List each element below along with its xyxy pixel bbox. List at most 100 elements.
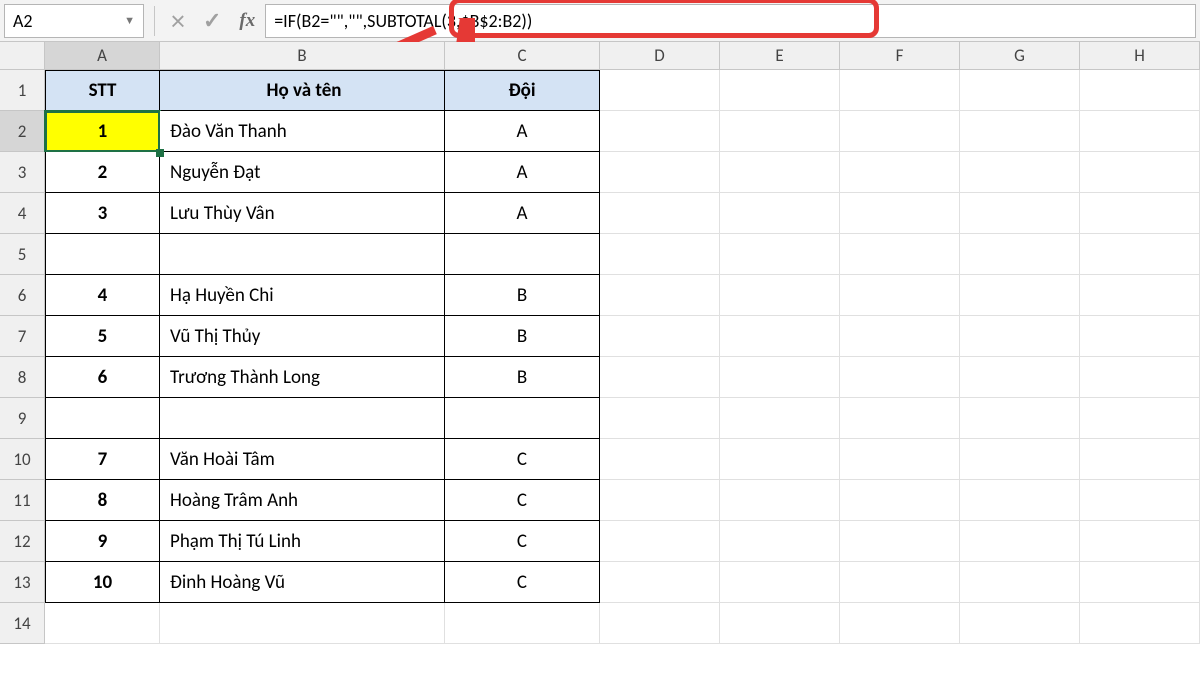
cell-D14[interactable]	[600, 603, 720, 644]
row-header-12[interactable]: 12	[0, 521, 45, 562]
cell-D7[interactable]	[600, 316, 720, 357]
cell-G2[interactable]	[960, 111, 1080, 152]
cell-A4[interactable]: 3	[45, 193, 160, 234]
cell-D10[interactable]	[600, 439, 720, 480]
cell-E12[interactable]	[720, 521, 840, 562]
cell-F8[interactable]	[840, 357, 960, 398]
cell-B4[interactable]: Lưu Thùy Vân	[160, 193, 445, 234]
cell-C5[interactable]	[445, 234, 600, 275]
cell-C8[interactable]: B	[445, 357, 600, 398]
cell-H4[interactable]	[1080, 193, 1200, 234]
cell-B2[interactable]: Đào Văn Thanh	[160, 111, 445, 152]
cell-D3[interactable]	[600, 152, 720, 193]
spreadsheet-grid[interactable]: A B C D E F G H 1 STT Họ và tên Đội 2 1 …	[0, 42, 1200, 675]
cell-H2[interactable]	[1080, 111, 1200, 152]
col-header-F[interactable]: F	[840, 42, 960, 70]
cell-C9[interactable]	[445, 398, 600, 439]
cell-E2[interactable]	[720, 111, 840, 152]
cell-F2[interactable]	[840, 111, 960, 152]
cell-G11[interactable]	[960, 480, 1080, 521]
cell-A7[interactable]: 5	[45, 316, 160, 357]
cell-D2[interactable]	[600, 111, 720, 152]
cell-G7[interactable]	[960, 316, 1080, 357]
select-all-corner[interactable]	[0, 42, 45, 70]
col-header-A[interactable]: A	[45, 42, 160, 70]
cell-E5[interactable]	[720, 234, 840, 275]
cell-G12[interactable]	[960, 521, 1080, 562]
cell-C6[interactable]: B	[445, 275, 600, 316]
cell-D8[interactable]	[600, 357, 720, 398]
cell-C2[interactable]: A	[445, 111, 600, 152]
cell-E11[interactable]	[720, 480, 840, 521]
cancel-icon[interactable]: ×	[171, 3, 185, 38]
cell-G5[interactable]	[960, 234, 1080, 275]
cell-A5[interactable]	[45, 234, 160, 275]
cell-H3[interactable]	[1080, 152, 1200, 193]
cell-G4[interactable]	[960, 193, 1080, 234]
cell-B9[interactable]	[160, 398, 445, 439]
cell-G9[interactable]	[960, 398, 1080, 439]
cell-E6[interactable]	[720, 275, 840, 316]
cell-E9[interactable]	[720, 398, 840, 439]
cell-B5[interactable]	[160, 234, 445, 275]
cell-H13[interactable]	[1080, 562, 1200, 603]
cell-G10[interactable]	[960, 439, 1080, 480]
cell-F1[interactable]	[840, 70, 960, 111]
enter-icon[interactable]: ✓	[203, 7, 221, 34]
col-header-C[interactable]: C	[445, 42, 600, 70]
row-header-5[interactable]: 5	[0, 234, 45, 275]
cell-F11[interactable]	[840, 480, 960, 521]
cell-D6[interactable]	[600, 275, 720, 316]
cell-H9[interactable]	[1080, 398, 1200, 439]
cell-C3[interactable]: A	[445, 152, 600, 193]
formula-input[interactable]: =IF(B2="","",SUBTOTAL(3,$B$2:B2))	[265, 4, 1196, 38]
cell-E3[interactable]	[720, 152, 840, 193]
cell-C13[interactable]: C	[445, 562, 600, 603]
cell-D11[interactable]	[600, 480, 720, 521]
cell-D13[interactable]	[600, 562, 720, 603]
cell-C1[interactable]: Đội	[445, 70, 600, 111]
cell-B7[interactable]: Vũ Thị Thủy	[160, 316, 445, 357]
cell-F13[interactable]	[840, 562, 960, 603]
cell-F9[interactable]	[840, 398, 960, 439]
cell-G13[interactable]	[960, 562, 1080, 603]
cell-D9[interactable]	[600, 398, 720, 439]
cell-F14[interactable]	[840, 603, 960, 644]
row-header-4[interactable]: 4	[0, 193, 45, 234]
cell-D4[interactable]	[600, 193, 720, 234]
cell-E4[interactable]	[720, 193, 840, 234]
cell-E7[interactable]	[720, 316, 840, 357]
cell-B6[interactable]: Hạ Huyền Chi	[160, 275, 445, 316]
cell-B12[interactable]: Phạm Thị Tú Linh	[160, 521, 445, 562]
cell-H10[interactable]	[1080, 439, 1200, 480]
cell-F12[interactable]	[840, 521, 960, 562]
fill-handle[interactable]	[156, 149, 164, 157]
row-header-14[interactable]: 14	[0, 603, 45, 644]
cell-C4[interactable]: A	[445, 193, 600, 234]
cell-H7[interactable]	[1080, 316, 1200, 357]
row-header-1[interactable]: 1	[0, 70, 45, 111]
fx-icon[interactable]: fx	[239, 10, 255, 32]
cell-H14[interactable]	[1080, 603, 1200, 644]
cell-F5[interactable]	[840, 234, 960, 275]
cell-B8[interactable]: Trương Thành Long	[160, 357, 445, 398]
cell-A9[interactable]	[45, 398, 160, 439]
cell-B11[interactable]: Hoàng Trâm Anh	[160, 480, 445, 521]
cell-G14[interactable]	[960, 603, 1080, 644]
cell-H5[interactable]	[1080, 234, 1200, 275]
cell-A13[interactable]: 10	[45, 562, 160, 603]
cell-G6[interactable]	[960, 275, 1080, 316]
cell-C10[interactable]: C	[445, 439, 600, 480]
col-header-E[interactable]: E	[720, 42, 840, 70]
cell-E14[interactable]	[720, 603, 840, 644]
cell-E8[interactable]	[720, 357, 840, 398]
cell-F6[interactable]	[840, 275, 960, 316]
row-header-9[interactable]: 9	[0, 398, 45, 439]
name-box[interactable]: A2 ▼	[4, 4, 144, 38]
cell-B13[interactable]: Đinh Hoàng Vũ	[160, 562, 445, 603]
row-header-11[interactable]: 11	[0, 480, 45, 521]
cell-F4[interactable]	[840, 193, 960, 234]
cell-H6[interactable]	[1080, 275, 1200, 316]
cell-A1[interactable]: STT	[45, 70, 160, 111]
row-header-13[interactable]: 13	[0, 562, 45, 603]
